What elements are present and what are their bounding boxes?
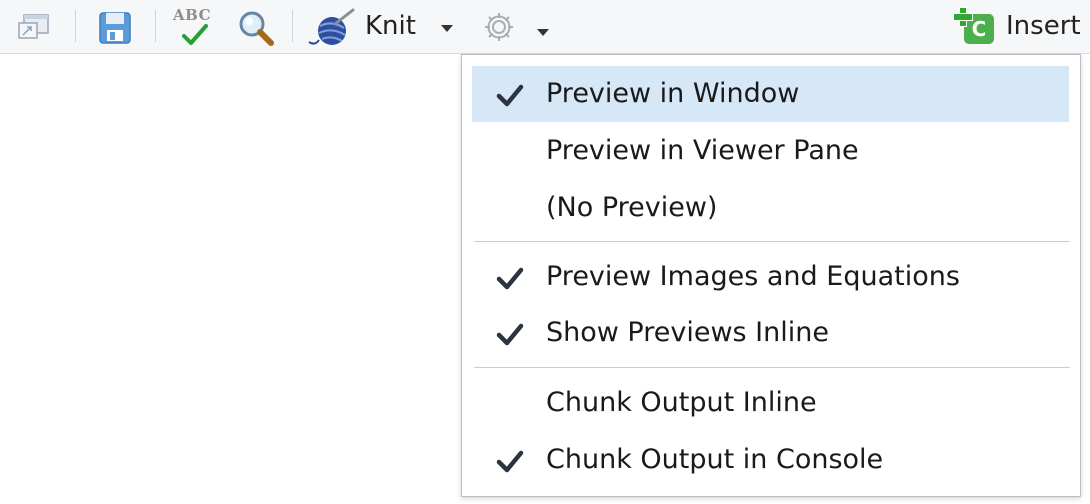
document-settings-button[interactable] [478, 10, 520, 44]
menu-item-preview-in-window[interactable]: Preview in Window [472, 66, 1069, 122]
knit-label[interactable]: Knit [365, 9, 416, 43]
save-button[interactable] [96, 10, 134, 46]
checkmark-icon [496, 267, 524, 290]
menu-item-chunk-output-console[interactable]: Chunk Output in Console [472, 432, 1069, 488]
plus-icon [952, 6, 973, 27]
menu-item-show-previews-inline[interactable]: Show Previews Inline [472, 305, 1069, 361]
preview-options-menu: Preview in Window Preview in Viewer Pane… [461, 54, 1081, 497]
menu-item-chunk-output-inline[interactable]: Chunk Output Inline [472, 375, 1069, 431]
spellcheck-icon: ABC [170, 4, 218, 50]
show-in-new-window-button[interactable] [14, 10, 54, 44]
menu-item-no-preview[interactable]: (No Preview) [472, 180, 1069, 236]
menu-item-preview-in-viewer-pane[interactable]: Preview in Viewer Pane [472, 123, 1069, 179]
settings-dropdown-chevron-icon[interactable] [537, 29, 549, 36]
open-in-window-icon [18, 14, 49, 39]
gear-icon [485, 13, 513, 41]
editor-toolbar: ABC Knit C Insert [0, 0, 1090, 54]
menu-item-label: Preview Images and Equations [546, 261, 960, 292]
menu-item-label: Preview in Window [546, 78, 800, 109]
menu-separator [474, 241, 1070, 242]
insert-label[interactable]: Insert [1006, 9, 1081, 43]
checkmark-icon [496, 323, 524, 346]
checkmark-icon [496, 84, 524, 107]
menu-item-label: Chunk Output Inline [546, 387, 817, 418]
menu-item-label: Chunk Output in Console [546, 444, 884, 475]
spellcheck-abc-text: ABC [173, 6, 212, 24]
insert-chunk-icon: C [950, 4, 1000, 46]
save-icon [99, 12, 131, 44]
find-replace-button[interactable] [235, 8, 277, 48]
knit-icon [308, 8, 355, 45]
menu-separator [474, 367, 1070, 368]
menu-item-label: Show Previews Inline [546, 317, 829, 348]
checkmark-icon [496, 450, 524, 473]
search-icon [239, 11, 274, 46]
spellcheck-button[interactable]: ABC [170, 4, 218, 50]
chevron-down-icon[interactable] [441, 25, 453, 32]
menu-item-label: (No Preview) [546, 192, 718, 223]
menu-item-label: Preview in Viewer Pane [546, 135, 859, 166]
insert-chunk-button[interactable]: C [950, 4, 1000, 46]
menu-item-preview-images-equations[interactable]: Preview Images and Equations [472, 249, 1069, 305]
